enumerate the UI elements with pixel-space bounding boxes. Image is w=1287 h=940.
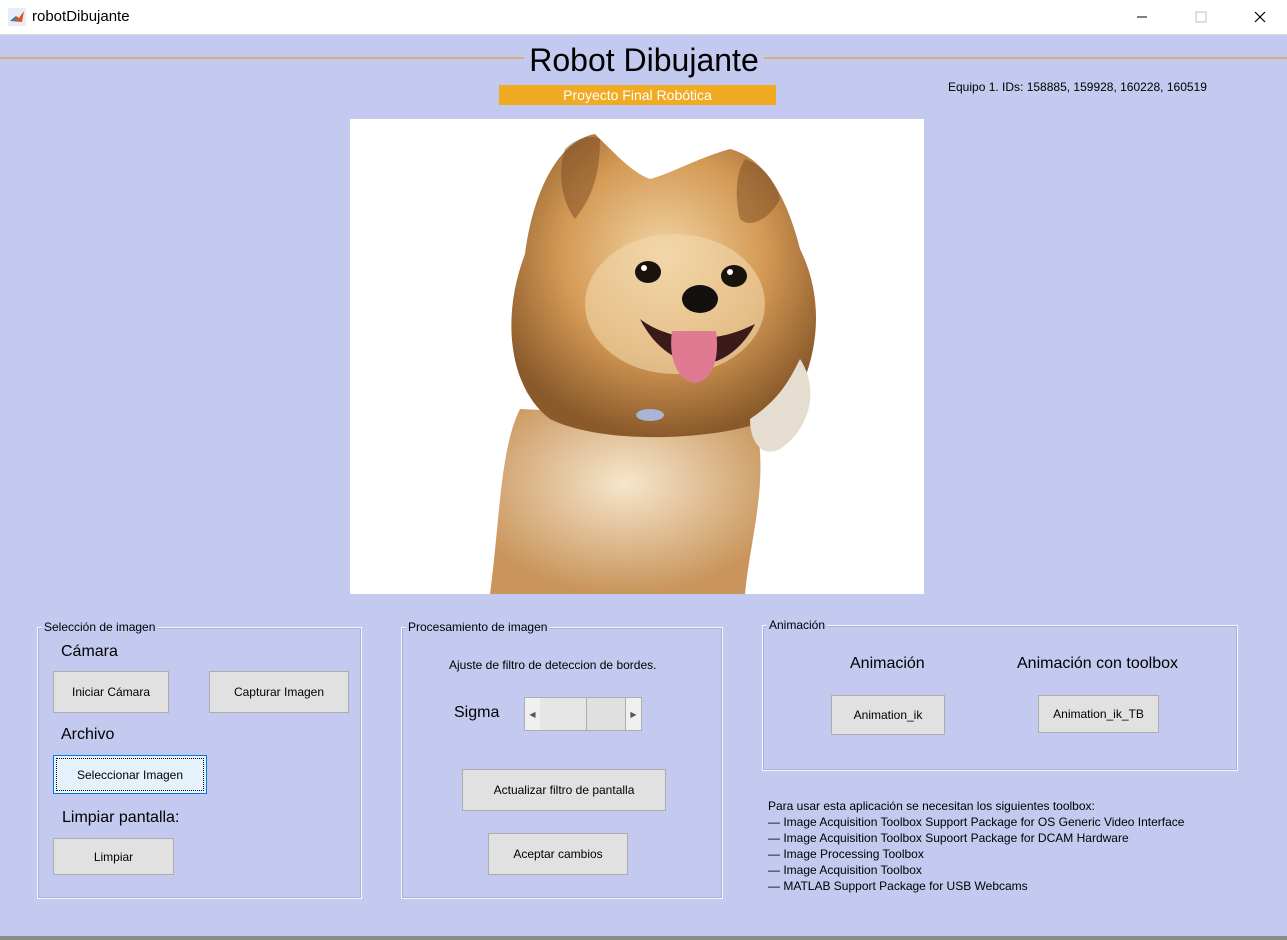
panel-animacion-title: Animación [767,618,828,632]
requirements-intro: Para usar esta aplicación se necesitan l… [768,799,1095,813]
maximize-icon [1195,11,1207,23]
ajuste-filtro-label: Ajuste de filtro de deteccion de bordes. [449,658,657,672]
page-title: Robot Dibujante [524,40,764,80]
archivo-label: Archivo [61,726,115,743]
minimize-button[interactable] [1119,0,1165,34]
dog-photo [490,134,817,594]
animation-ik-tb-button[interactable]: Animation_ik_TB [1038,695,1159,733]
camara-label: Cámara [61,643,118,660]
aceptar-cambios-button[interactable]: Aceptar cambios [488,833,628,875]
seleccionar-imagen-button[interactable]: Seleccionar Imagen [53,755,207,794]
close-icon [1254,11,1266,23]
window-titlebar: robotDibujante [0,0,1287,35]
capturar-imagen-button[interactable]: Capturar Imagen [209,671,349,713]
iniciar-camara-button[interactable]: Iniciar Cámara [53,671,169,713]
slider-left-arrow-icon[interactable]: ◀ [525,698,540,730]
limpiar-label: Limpiar pantalla: [62,809,180,826]
panel-procesamiento-title: Procesamiento de imagen [406,620,550,634]
requirement-item: — Image Processing Toolbox [768,847,924,861]
sigma-slider[interactable]: ◀ ▶ [524,697,642,731]
requirement-item: — Image Acquisition Toolbox Support Pack… [768,815,1185,829]
window-bottom-border [0,936,1287,940]
toolbox-requirements: Para usar esta aplicación se necesitan l… [768,798,1184,894]
animation-ik-button[interactable]: Animation_ik [831,695,945,735]
subtitle-banner: Proyecto Final Robótica [499,85,776,105]
animacion-toolbox-label: Animación con toolbox [1017,655,1178,672]
slider-thumb[interactable] [586,698,626,730]
window-title: robotDibujante [32,8,130,25]
actualizar-filtro-button[interactable]: Actualizar filtro de pantalla [462,769,666,811]
sigma-label: Sigma [454,704,500,721]
maximize-button[interactable] [1178,0,1224,34]
slider-right-arrow-icon[interactable]: ▶ [626,698,641,730]
limpiar-button[interactable]: Limpiar [53,838,174,875]
image-display [350,119,924,594]
requirement-item: — Image Acquisition Toolbox [768,863,922,877]
team-ids: Equipo 1. IDs: 158885, 159928, 160228, 1… [948,80,1207,94]
requirement-item: — MATLAB Support Package for USB Webcams [768,879,1028,893]
panel-seleccion-title: Selección de imagen [42,620,158,634]
minimize-icon [1137,16,1147,18]
close-button[interactable] [1237,0,1283,34]
animacion-label: Animación [850,655,925,672]
requirement-item: — Image Acquisition Toolbox Supoort Pack… [768,831,1129,845]
matlab-icon [8,8,26,26]
